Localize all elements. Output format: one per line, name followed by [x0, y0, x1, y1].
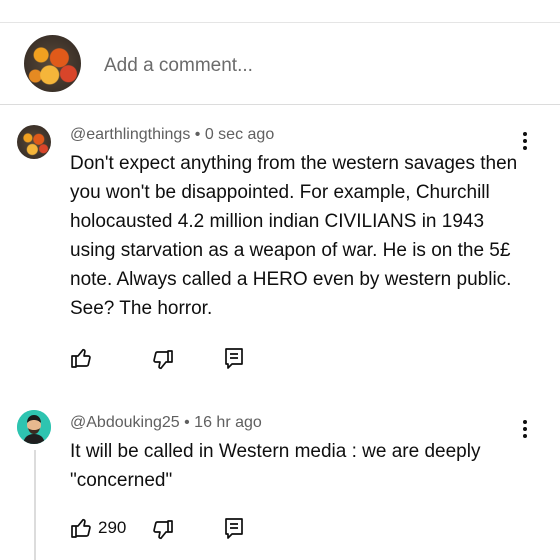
reply-icon[interactable]: [222, 346, 246, 370]
thread-line: [34, 450, 36, 560]
author-handle[interactable]: @Abdouking25: [70, 414, 180, 431]
composer-divider: [0, 104, 560, 105]
author-handle[interactable]: @earthlingthings: [70, 126, 190, 143]
add-comment-input[interactable]: [104, 54, 524, 78]
user-avatar: [24, 35, 81, 92]
comment-meta: @earthlingthings • 0 sec ago: [70, 126, 274, 144]
avatar[interactable]: [17, 125, 51, 159]
person-avatar-icon: [17, 410, 51, 444]
more-options-icon[interactable]: [515, 415, 535, 443]
meta-separator: •: [184, 414, 190, 431]
more-options-icon[interactable]: [515, 127, 535, 155]
top-divider: [0, 22, 560, 23]
thumbs-up-icon[interactable]: [70, 346, 94, 370]
comment-text: Don't expect anything from the western s…: [70, 153, 523, 319]
comment-text: It will be called in Western media : we …: [70, 441, 486, 491]
comment-time[interactable]: 16 hr ago: [194, 414, 262, 431]
like-count: 290: [98, 518, 127, 537]
thumbs-up-icon[interactable]: [70, 516, 94, 540]
avatar[interactable]: [17, 410, 51, 444]
comment-meta: @Abdouking25 • 16 hr ago: [70, 414, 262, 432]
thumbs-down-icon[interactable]: [150, 518, 174, 542]
comment-time[interactable]: 0 sec ago: [205, 126, 274, 143]
reply-icon[interactable]: [222, 516, 246, 540]
thumbs-down-icon[interactable]: [150, 348, 174, 372]
meta-separator: •: [194, 126, 201, 143]
